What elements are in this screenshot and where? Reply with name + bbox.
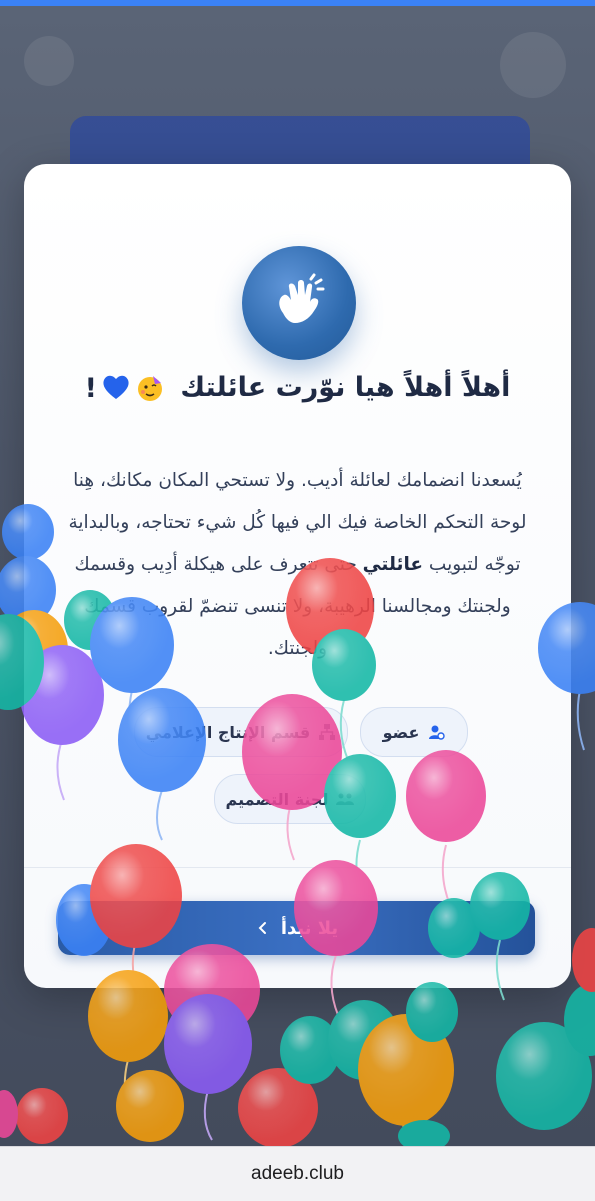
title-emojis: !	[85, 373, 165, 404]
org-chart-icon	[319, 724, 336, 740]
start-button-label: يلا نبدأ	[280, 917, 339, 939]
welcome-title-text: أهلاً أهلاً هيا نوّرت عائلتك	[180, 372, 511, 403]
browser-url-bar[interactable]: adeeb.club	[0, 1146, 595, 1201]
member-icon	[429, 725, 446, 740]
background-avatar	[500, 32, 566, 98]
party-face-icon	[137, 376, 162, 401]
family-tab-name: عائلتي	[362, 554, 424, 575]
blue-heart-icon	[103, 375, 129, 399]
team-icon	[336, 793, 355, 805]
title-exclamation: !	[84, 373, 97, 404]
welcome-modal: أهلاً أهلاً هيا نوّرت عائلتك ! يُسعدنا ا…	[24, 164, 571, 988]
welcome-body: يُسعدنا انضمامك لعائلة أديب. ولا تستحي ا…	[58, 460, 537, 670]
arrow-icon	[258, 922, 266, 934]
modal-divider	[24, 867, 571, 868]
welcome-title: أهلاً أهلاً هيا نوّرت عائلتك !	[44, 372, 551, 404]
start-button[interactable]: يلا نبدأ	[58, 901, 535, 955]
chip-role-member: عضو	[360, 707, 468, 757]
background-menu-icon	[24, 36, 74, 86]
chip-committee: لجنة التصميم	[214, 774, 366, 824]
chip-department-label: قسم الإنتاج الإعلامي	[145, 722, 311, 742]
chip-department: قسم الإنتاج الإعلامي	[134, 707, 348, 757]
waving-hand-icon	[279, 273, 325, 323]
browser-url-text: adeeb.club	[251, 1163, 344, 1184]
chip-role-label: عضو	[382, 722, 420, 742]
waving-hand-badge	[242, 246, 356, 360]
chip-committee-label: لجنة التصميم	[225, 789, 329, 809]
